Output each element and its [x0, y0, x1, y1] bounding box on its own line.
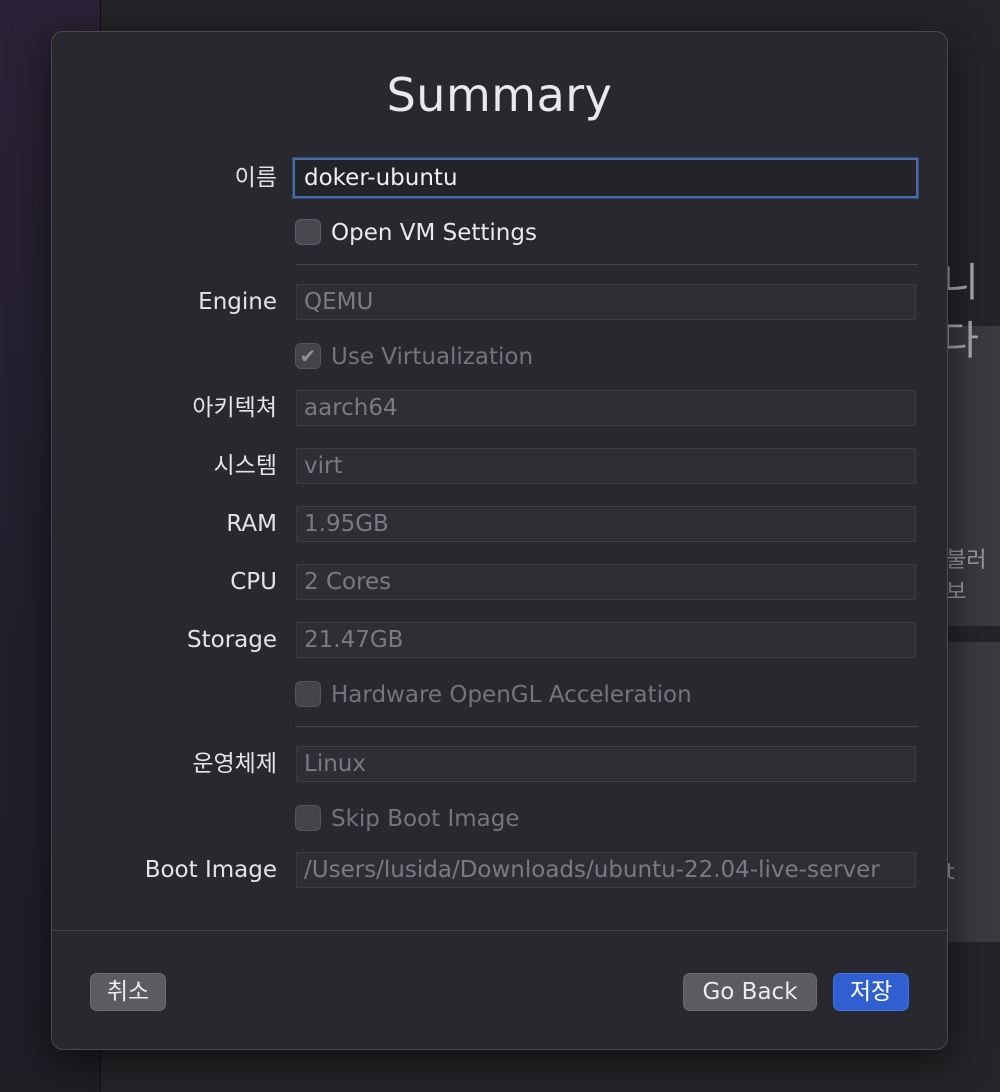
ram-row: RAM 1.95GB [52, 504, 949, 544]
cpu-field: 2 Cores [296, 564, 916, 600]
section-divider-1 [295, 264, 918, 265]
save-button[interactable]: 저장 [833, 973, 909, 1011]
ram-field: 1.95GB [296, 506, 916, 542]
engine-field: QEMU [296, 284, 916, 320]
use-virtualization-label: Use Virtualization [331, 344, 534, 370]
name-label: 이름 [234, 165, 277, 191]
hardware-opengl-checkbox [295, 681, 321, 707]
checkmark-icon: ✔ [299, 344, 317, 368]
cancel-button[interactable]: 취소 [90, 973, 166, 1011]
storage-row: Storage 21.47GB [52, 620, 949, 660]
ram-label: RAM [226, 511, 277, 537]
engine-label: Engine [198, 289, 277, 315]
architecture-label: 아키텍쳐 [192, 395, 277, 421]
summary-dialog: Summary 이름 doker-ubuntu Open VM Settings… [51, 31, 948, 1050]
os-field: Linux [296, 746, 916, 782]
system-row: 시스템 virt [52, 446, 949, 486]
boot-image-field: /Users/lusida/Downloads/ubuntu-22.04-liv… [296, 852, 916, 888]
cpu-label: CPU [230, 569, 277, 595]
use-virtualization-checkbox: ✔ [295, 343, 321, 369]
skip-boot-image-checkbox [295, 805, 321, 831]
architecture-row: 아키텍쳐 aarch64 [52, 388, 949, 428]
architecture-field: aarch64 [296, 390, 916, 426]
system-label: 시스템 [213, 453, 277, 479]
hardware-opengl-label: Hardware OpenGL Acceleration [331, 682, 692, 708]
storage-field: 21.47GB [296, 622, 916, 658]
storage-label: Storage [187, 627, 277, 653]
name-row: 이름 doker-ubuntu [52, 158, 949, 198]
system-field: virt [296, 448, 916, 484]
boot-image-row: Boot Image /Users/lusida/Downloads/ubunt… [52, 850, 949, 890]
dialog-title: Summary [386, 68, 613, 122]
background-text-2: 불러보 [946, 548, 987, 605]
open-vm-settings-checkbox[interactable] [295, 219, 321, 245]
footer-divider [52, 930, 947, 931]
open-vm-settings-label[interactable]: Open VM Settings [331, 218, 537, 248]
os-label: 운영체제 [192, 751, 277, 777]
background-text-1: 니다 [942, 260, 979, 364]
os-row: 운영체제 Linux [52, 744, 949, 784]
boot-image-label: Boot Image [144, 857, 277, 883]
go-back-button[interactable]: Go Back [683, 973, 817, 1011]
skip-boot-image-label: Skip Boot Image [331, 806, 520, 832]
section-divider-2 [295, 726, 918, 727]
cpu-row: CPU 2 Cores [52, 562, 949, 602]
name-input[interactable]: doker-ubuntu [293, 158, 918, 198]
engine-row: Engine QEMU [52, 282, 949, 322]
